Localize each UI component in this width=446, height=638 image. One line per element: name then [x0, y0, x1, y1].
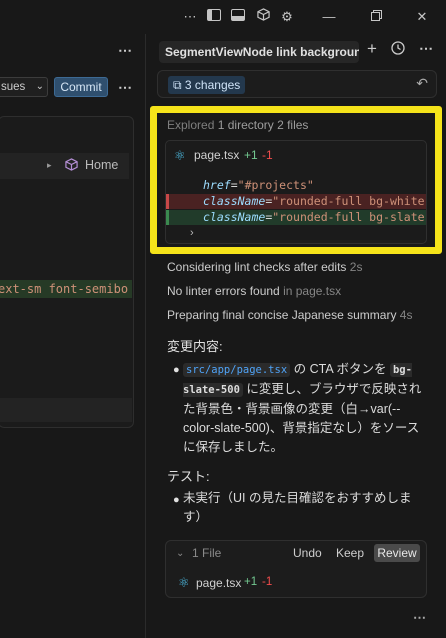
review-filename[interactable]: page.tsx — [196, 576, 241, 590]
title-bar: ⋯ ⚙ — ✕ — [0, 0, 446, 34]
react-icon: ⚛ — [174, 148, 186, 163]
code-string: "#projects" — [237, 178, 314, 192]
code-eq: = — [230, 178, 238, 192]
cube-icon — [65, 158, 78, 174]
commit-button[interactable]: Commit — [54, 77, 108, 97]
test-description: 未実行（UI の見た目確認をおすすめします） — [183, 491, 412, 524]
code-attr: href — [203, 178, 231, 192]
chat-tab-title[interactable]: SegmentViewNode link background — [159, 41, 359, 63]
gear-icon[interactable]: ⚙ — [278, 8, 296, 26]
left-editor-pane: ⋯ sues ⌄ Commit ⋯ ▸ Home ext-sm font-sem… — [0, 34, 146, 638]
more-icon[interactable]: ⋯ — [118, 79, 132, 96]
diff-card: ⚛ page.tsx +1 -1 href="#projects" classN… — [165, 140, 427, 244]
minimize-icon[interactable]: — — [320, 8, 338, 26]
bullet-icon: ▸ — [47, 160, 52, 170]
changes-button[interactable]: ⧉ 3 changes — [168, 76, 246, 94]
editor-preview: ▸ Home — [0, 116, 134, 428]
react-icon: ⚛ — [178, 575, 190, 590]
changes-heading: 変更内容: — [167, 339, 223, 354]
editor-input-bar[interactable] — [0, 398, 132, 422]
breadcrumb-home[interactable]: Home — [85, 158, 118, 172]
changes-summary-bar: ⧉ 3 changes ↶ — [157, 70, 437, 98]
explored-detail: 1 directory 2 files — [217, 118, 309, 132]
review-card: ⌄ 1 File Undo Keep Review ⚛ page.tsx +1 … — [165, 540, 427, 598]
test-heading: テスト: — [167, 469, 210, 484]
status-line: Considering lint checks after edits 2s — [167, 260, 362, 274]
more-icon[interactable]: ⋯ — [419, 40, 433, 57]
sidebar-left-icon[interactable] — [205, 8, 223, 26]
status-meta: 4s — [399, 308, 413, 322]
issues-select[interactable]: sues ⌄ — [0, 77, 48, 97]
change-description: src/app/page.tsx の CTA ボタンを bg-slate-500… — [183, 360, 429, 457]
bullet-icon: ● — [173, 494, 180, 506]
code-line: ext-sm font-semibo — [0, 280, 132, 298]
more-icon[interactable]: ⋯ — [181, 8, 199, 26]
review-button[interactable]: Review — [374, 544, 420, 562]
file-link[interactable]: src/app/page.tsx — [183, 363, 291, 377]
restore-icon[interactable] — [367, 8, 385, 26]
diff-line: href="#projects" — [166, 178, 426, 193]
undo-button[interactable]: Undo — [293, 546, 322, 560]
status-line: No linter errors found in page.tsx — [167, 284, 341, 298]
status-text: Considering lint checks after edits — [167, 260, 347, 274]
more-icon[interactable]: ⋯ — [413, 610, 426, 626]
explored-summary[interactable]: Explored 1 directory 2 files — [167, 118, 308, 132]
panel-bottom-icon[interactable] — [229, 8, 247, 26]
keep-button[interactable]: Keep — [336, 546, 364, 560]
file-count: 1 File — [192, 546, 222, 560]
chevron-down-icon[interactable]: ⌄ — [176, 548, 184, 559]
status-meta: in page.tsx — [283, 284, 342, 298]
undo-icon[interactable]: ↶ — [416, 75, 428, 92]
changes-label: 3 changes — [184, 78, 241, 92]
code-string: "rounded-full bg-slate-5 — [272, 210, 427, 224]
plus-icon[interactable]: + — [367, 39, 377, 59]
changes-icon: ⧉ — [173, 78, 182, 92]
change-text: の CTA ボタンを — [290, 362, 390, 376]
history-icon[interactable] — [391, 41, 405, 58]
chevron-right-icon[interactable]: › — [190, 227, 194, 239]
more-icon[interactable]: ⋯ — [118, 42, 133, 59]
status-text: Preparing final concise Japanese summary — [167, 308, 397, 322]
status-meta: 2s — [349, 260, 363, 274]
code-string: "rounded-full bg-white p — [272, 194, 427, 208]
review-added-count: +1 — [244, 576, 258, 588]
code-attr: className — [203, 194, 266, 208]
status-text: No linter errors found — [167, 284, 280, 298]
explored-prefix: Explored — [167, 118, 215, 132]
diff-added-count: +1 — [244, 148, 258, 162]
source-control-toolbar: sues ⌄ Commit ⋯ — [0, 74, 146, 100]
code-attr: className — [203, 210, 266, 224]
diff-line-added: className="rounded-full bg-slate-5 — [166, 210, 427, 225]
diff-removed-count: -1 — [262, 148, 273, 162]
chat-pane: SegmentViewNode link background + ⋯ ⧉ 3 … — [147, 34, 446, 638]
close-icon[interactable]: ✕ — [413, 8, 431, 26]
diff-filename[interactable]: page.tsx — [194, 148, 239, 162]
cube-icon[interactable] — [254, 8, 272, 26]
diff-line-removed: className="rounded-full bg-white p — [166, 194, 427, 209]
status-line: Preparing final concise Japanese summary… — [167, 308, 412, 322]
review-removed-count: -1 — [262, 576, 273, 588]
issues-label: sues — [1, 81, 26, 93]
bullet-icon: ● — [173, 364, 180, 376]
breadcrumb: ▸ Home — [0, 153, 129, 179]
chevron-down-icon: ⌄ — [35, 81, 44, 92]
